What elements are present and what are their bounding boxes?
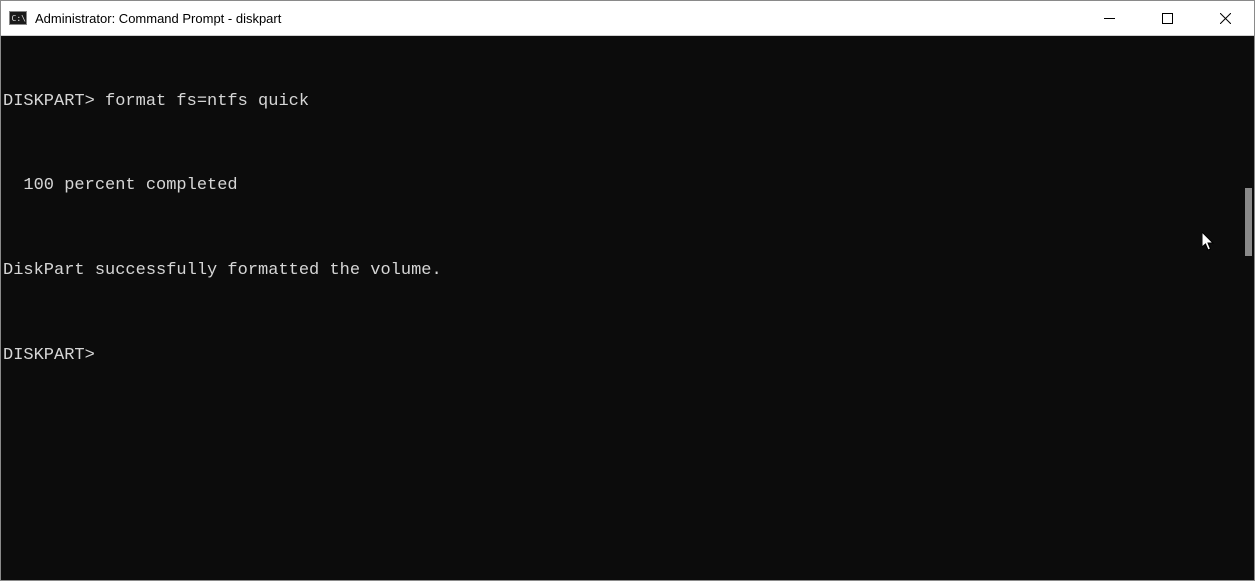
terminal-output[interactable]: DISKPART> format fs=ntfs quick 100 perce… [1, 36, 1254, 580]
svg-text:C:\: C:\ [12, 14, 27, 23]
client-area: DISKPART> format fs=ntfs quick 100 perce… [1, 36, 1254, 580]
window-controls [1080, 1, 1254, 35]
terminal-prompt[interactable]: DISKPART> [1, 345, 1254, 366]
maximize-button[interactable] [1138, 1, 1196, 35]
terminal-line: DISKPART> format fs=ntfs quick [1, 91, 1254, 133]
terminal-line: 100 percent completed [1, 175, 1254, 217]
scrollbar-thumb[interactable] [1245, 188, 1252, 256]
close-button[interactable] [1196, 1, 1254, 35]
titlebar-left: C:\ Administrator: Command Prompt - disk… [1, 9, 281, 27]
app-window: C:\ Administrator: Command Prompt - disk… [0, 0, 1255, 581]
window-title: Administrator: Command Prompt - diskpart [35, 11, 281, 26]
cmd-icon: C:\ [9, 9, 27, 27]
vertical-scrollbar[interactable] [1237, 36, 1254, 580]
minimize-button[interactable] [1080, 1, 1138, 35]
terminal-line: DiskPart successfully formatted the volu… [1, 260, 1254, 302]
titlebar[interactable]: C:\ Administrator: Command Prompt - disk… [1, 1, 1254, 36]
